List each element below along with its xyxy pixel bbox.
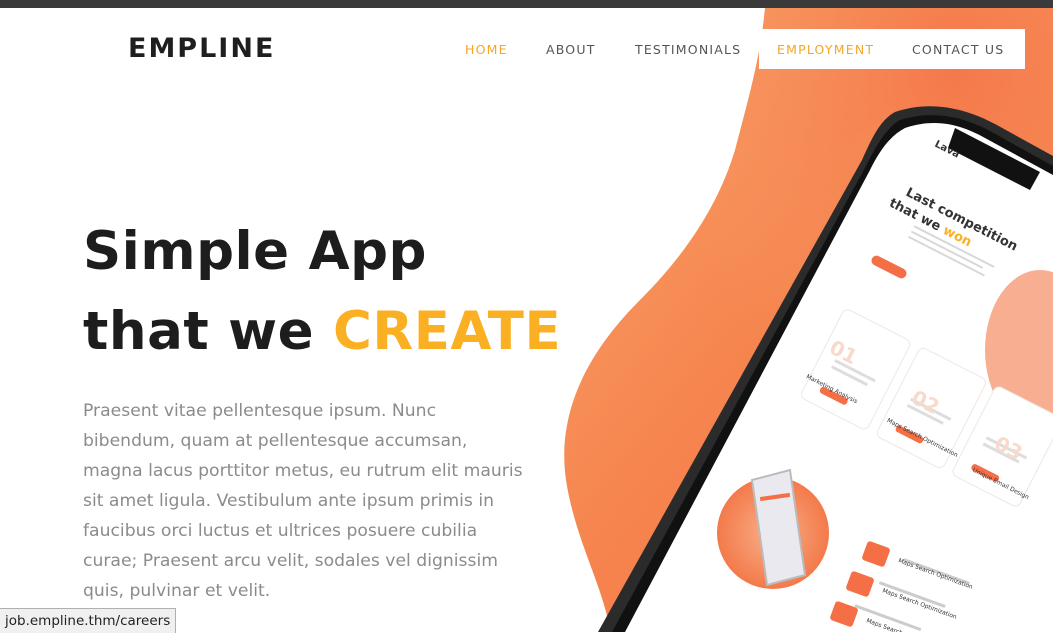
browser-status-url: job.empline.thm/careers bbox=[0, 608, 177, 633]
phone-mockup-image: Lava Last competition that we won 01 Mar… bbox=[598, 106, 1053, 632]
